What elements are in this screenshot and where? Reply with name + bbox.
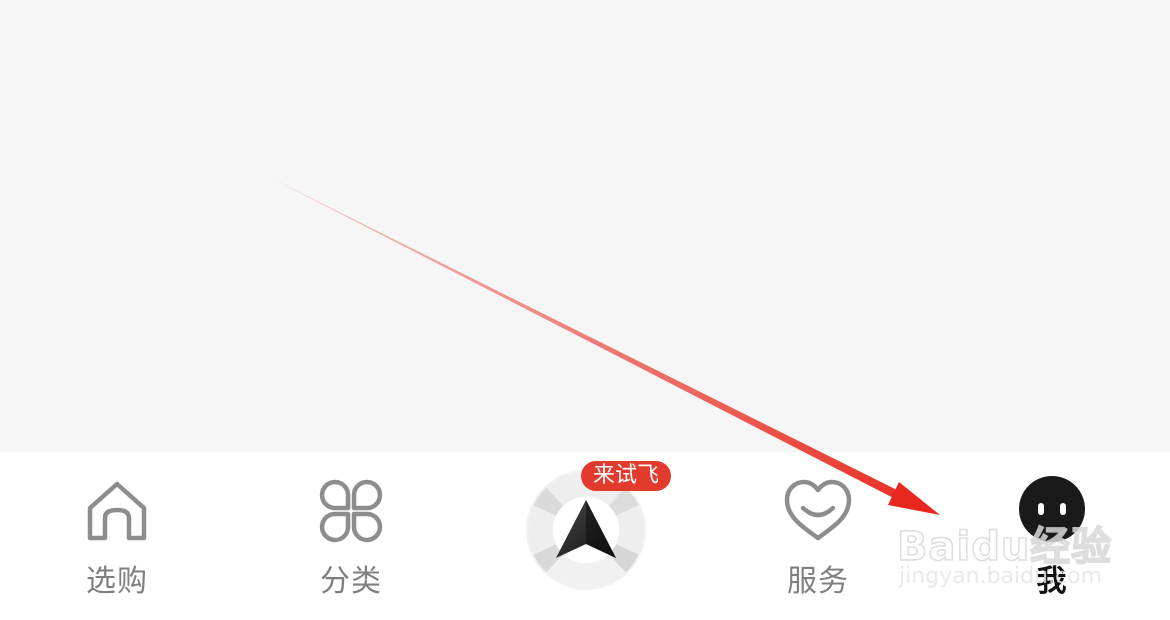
tab-service-label: 服务 — [787, 564, 849, 599]
tab-category[interactable]: 分类 — [271, 452, 431, 620]
tab-center-try-flight[interactable]: 来试飞 — [505, 452, 672, 620]
tab-me-label: 我 — [1036, 564, 1068, 599]
tab-me[interactable]: 我 — [972, 452, 1132, 620]
tab-service[interactable]: 服务 — [738, 452, 898, 620]
home-icon — [87, 481, 147, 541]
heart-smile-icon — [784, 479, 852, 541]
four-petal-grid-icon — [319, 479, 383, 543]
tab-home[interactable]: 选购 — [37, 452, 197, 620]
avatar-face-icon — [1019, 476, 1085, 542]
tab-home-label: 选购 — [86, 564, 148, 599]
navigation-arrow-icon — [556, 500, 616, 558]
bottom-tab-bar: 选购 分类 来试飞 服务 我 — [0, 452, 1170, 620]
avatar-eye-left — [1038, 503, 1044, 515]
try-flight-badge: 来试飞 — [581, 461, 672, 491]
avatar-eye-right — [1060, 503, 1066, 515]
content-area — [0, 0, 1170, 452]
tab-category-label: 分类 — [320, 564, 382, 599]
